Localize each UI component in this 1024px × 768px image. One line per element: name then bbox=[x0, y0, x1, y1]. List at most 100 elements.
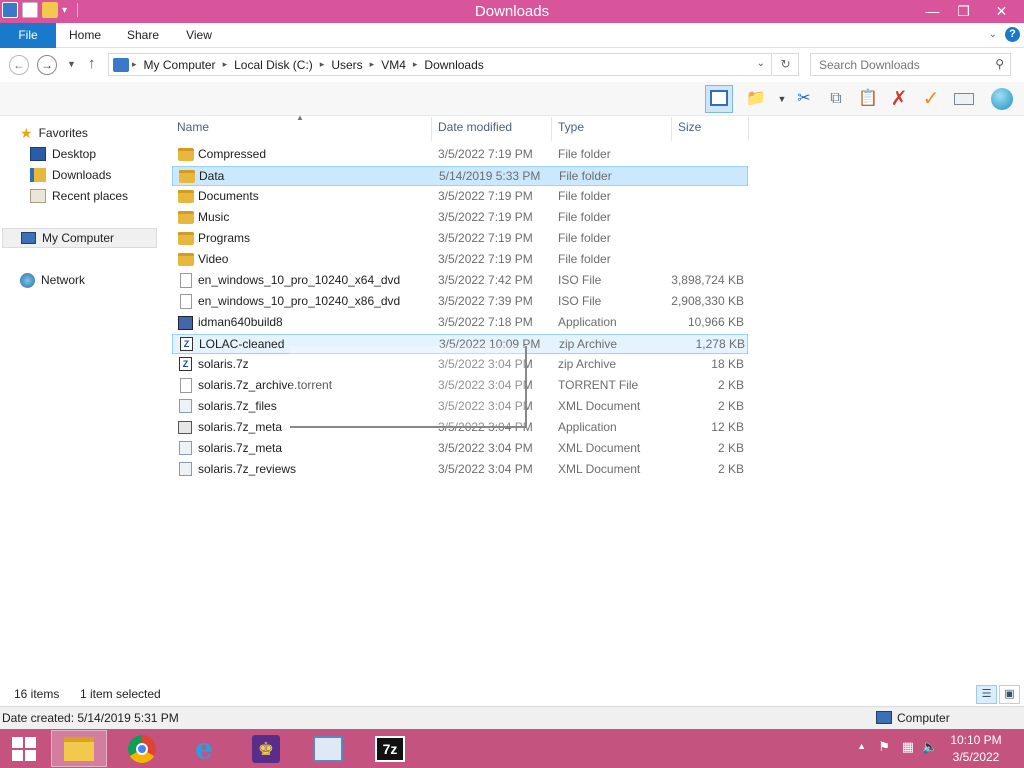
column-header-date[interactable]: Date modified bbox=[438, 117, 512, 137]
search-icon[interactable]: ⚲ bbox=[995, 57, 1004, 71]
xml-file-icon bbox=[179, 399, 192, 413]
file-row[interactable]: Video 3/5/2022 7:19 PM File folder bbox=[172, 250, 748, 270]
search-input[interactable] bbox=[811, 54, 986, 75]
file-type: Application bbox=[558, 420, 617, 434]
column-header-type[interactable]: Type bbox=[558, 117, 584, 137]
tab-home[interactable]: Home bbox=[60, 23, 110, 48]
start-button[interactable] bbox=[0, 730, 48, 767]
rename-check-icon[interactable]: ✓ bbox=[919, 87, 943, 111]
properties-bar-icon[interactable] bbox=[952, 87, 976, 111]
breadcrumb-local-disk[interactable]: Local Disk (C:) bbox=[230, 58, 317, 72]
column-divider[interactable] bbox=[671, 117, 672, 141]
file-size: 1,278 KB bbox=[695, 337, 745, 351]
breadcrumb-vm4[interactable]: VM4 bbox=[377, 58, 410, 72]
expand-ribbon-icon[interactable]: ⌄ bbox=[989, 29, 997, 40]
taskbar-7zip[interactable]: 7z bbox=[362, 730, 418, 767]
breadcrumb-downloads[interactable]: Downloads bbox=[420, 58, 487, 72]
up-button[interactable]: ↑ bbox=[88, 55, 96, 72]
clock-time[interactable]: 10:10 PM bbox=[946, 733, 1006, 747]
taskbar-file-explorer[interactable] bbox=[51, 730, 107, 767]
preview-pane-button[interactable] bbox=[705, 85, 733, 113]
recent-locations-icon[interactable]: ▼ bbox=[67, 59, 76, 69]
address-box[interactable]: ▸ My Computer ▸ Local Disk (C:) ▸ Users … bbox=[108, 53, 772, 76]
file-type: File folder bbox=[558, 210, 611, 224]
window-controls: — ❐ ✕ bbox=[917, 0, 1024, 22]
clock-date[interactable]: 3/5/2022 bbox=[946, 750, 1006, 764]
breadcrumb-my-computer[interactable]: My Computer bbox=[140, 58, 220, 72]
folder-options-dropdown-icon[interactable]: ▼ bbox=[770, 87, 794, 111]
address-dropdown-icon[interactable]: ⌄ bbox=[757, 58, 765, 69]
forward-button[interactable]: → bbox=[37, 55, 57, 75]
show-hidden-icons-icon[interactable]: ▲ bbox=[857, 741, 866, 751]
crumb-separator[interactable]: ▸ bbox=[317, 59, 328, 70]
breadcrumb-users[interactable]: Users bbox=[327, 58, 366, 72]
action-center-icon[interactable]: ⚑ bbox=[878, 739, 890, 755]
file-row[interactable]: Programs 3/5/2022 7:19 PM File folder bbox=[172, 229, 748, 249]
column-header-size[interactable]: Size bbox=[678, 117, 701, 137]
volume-icon[interactable]: 🔈 bbox=[922, 739, 938, 755]
file-row[interactable]: Music 3/5/2022 7:19 PM File folder bbox=[172, 208, 748, 228]
paste-icon[interactable]: 📋 bbox=[856, 87, 880, 111]
tab-share[interactable]: Share bbox=[118, 23, 168, 48]
column-divider[interactable] bbox=[748, 117, 749, 141]
tab-file[interactable]: File bbox=[0, 23, 56, 48]
taskbar-trophy-app[interactable]: ♚ bbox=[238, 730, 294, 767]
taskbar-control-panel[interactable] bbox=[300, 730, 356, 767]
minimize-button[interactable]: — bbox=[917, 0, 948, 22]
refresh-button[interactable]: ↻ bbox=[773, 53, 799, 76]
network-tray-icon[interactable]: ▦ bbox=[902, 739, 914, 755]
tab-view[interactable]: View bbox=[174, 23, 224, 48]
folder-icon bbox=[178, 148, 194, 161]
title-bar: ▾ Downloads — ❐ ✕ bbox=[0, 0, 1024, 23]
nav-recent-places[interactable]: Recent places bbox=[30, 186, 128, 206]
file-type: File folder bbox=[558, 252, 611, 266]
file-row[interactable]: en_windows_10_pro_10240_x64_dvd 3/5/2022 … bbox=[172, 271, 748, 291]
file-row[interactable]: en_windows_10_pro_10240_x86_dvd 3/5/2022 … bbox=[172, 292, 748, 312]
details-view-button[interactable]: ☰ bbox=[976, 685, 997, 704]
delete-icon[interactable]: ✗ bbox=[887, 87, 911, 111]
sort-ascending-icon: ▲ bbox=[296, 113, 304, 122]
crumb-separator[interactable]: ▸ bbox=[129, 59, 140, 70]
file-name: solaris.7z_meta bbox=[198, 420, 283, 434]
large-icons-view-button[interactable]: ▣ bbox=[999, 685, 1020, 704]
file-row[interactable]: Documents 3/5/2022 7:19 PM File folder bbox=[172, 187, 748, 207]
details-bar: Date created: 5/14/2019 5:31 PM Computer bbox=[0, 706, 1024, 729]
help-icon[interactable]: ? bbox=[1005, 27, 1020, 42]
file-type: XML Document bbox=[558, 441, 641, 455]
crumb-separator[interactable]: ▸ bbox=[410, 59, 421, 70]
nav-my-computer[interactable]: My Computer bbox=[2, 228, 157, 248]
maximize-button[interactable]: ❐ bbox=[948, 0, 979, 22]
folder-options-icon[interactable]: 📁 bbox=[744, 87, 768, 111]
back-button[interactable]: ← bbox=[9, 55, 29, 75]
ribbon-controls: ⌄ ? bbox=[989, 27, 1020, 42]
globe-shape-icon bbox=[991, 88, 1013, 110]
file-explorer-icon bbox=[64, 736, 94, 761]
copy-icon[interactable]: ⧉ bbox=[824, 87, 848, 111]
file-row[interactable]: solaris.7z_reviews 3/5/2022 3:04 PM XML Do… bbox=[172, 460, 748, 480]
nav-network[interactable]: Network bbox=[20, 270, 85, 290]
network-icon bbox=[20, 272, 35, 288]
cut-icon[interactable]: ✂ bbox=[792, 87, 816, 111]
nav-desktop[interactable]: Desktop bbox=[30, 144, 96, 164]
taskbar-chrome[interactable] bbox=[114, 730, 170, 767]
crumb-separator[interactable]: ▸ bbox=[220, 59, 231, 70]
column-divider[interactable] bbox=[431, 117, 432, 141]
column-header-name[interactable]: Name bbox=[177, 117, 209, 137]
globe-icon[interactable] bbox=[990, 87, 1014, 111]
drag-outline bbox=[290, 346, 527, 428]
location-folder-icon bbox=[113, 57, 129, 72]
nav-favorites[interactable]: ★ Favorites bbox=[20, 123, 88, 143]
nav-downloads[interactable]: Downloads bbox=[30, 165, 111, 185]
taskbar-internet-explorer[interactable]: e bbox=[176, 730, 232, 767]
crumb-separator[interactable]: ▸ bbox=[367, 59, 378, 70]
file-row[interactable]: Compressed 3/5/2022 7:19 PM File folder bbox=[172, 145, 748, 165]
search-box[interactable]: ⚲ bbox=[810, 53, 1011, 76]
file-type: TORRENT File bbox=[558, 378, 639, 392]
close-button[interactable]: ✕ bbox=[979, 0, 1024, 22]
file-row[interactable]: idman640build8 3/5/2022 7:18 PM Applicatio… bbox=[172, 313, 748, 333]
installer-icon bbox=[178, 316, 193, 330]
file-row[interactable]: solaris.7z_meta 3/5/2022 3:04 PM XML Docum… bbox=[172, 439, 748, 459]
column-divider[interactable] bbox=[551, 117, 552, 141]
file-row[interactable]: Data 5/14/2019 5:33 PM File folder bbox=[172, 166, 748, 186]
file-size: 12 KB bbox=[711, 420, 744, 434]
